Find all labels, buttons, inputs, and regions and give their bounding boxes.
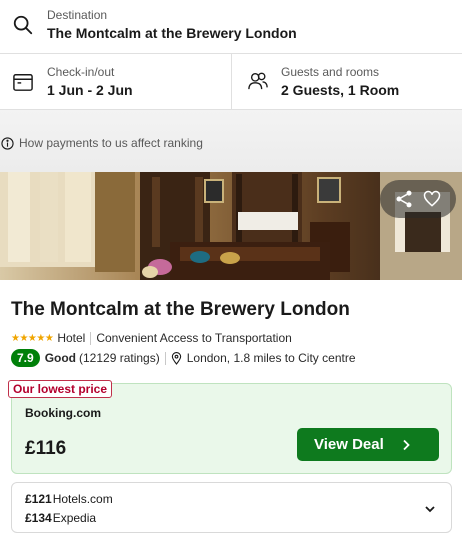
chevron-right-icon	[403, 439, 410, 450]
other-deal-row[interactable]: £121Hotels.com	[25, 492, 113, 506]
payments-ranking-link[interactable]: How payments to us affect ranking	[0, 135, 203, 151]
lowest-price-badge: Our lowest price	[8, 380, 113, 398]
divider	[90, 331, 92, 345]
other-deal-provider: Hotels.com	[52, 492, 113, 506]
destination-label: Destination	[47, 8, 108, 22]
guests-field[interactable]: Guests and rooms 2 Guests, 1 Room	[233, 54, 462, 110]
dates-label: Check-in/out	[47, 65, 115, 79]
star-rating-icon: ★★★★★	[11, 332, 54, 344]
rating-word: Good	[44, 351, 77, 365]
heart-icon[interactable]	[422, 189, 442, 209]
other-deal-provider: Expedia	[52, 511, 97, 525]
score-badge: 7.9	[11, 349, 40, 367]
rating-row: 7.9 Good (12129 ratings) London, 1.8 mil…	[11, 349, 356, 367]
guests-label: Guests and rooms	[281, 65, 380, 79]
destination-value: The Montcalm at the Brewery London	[47, 25, 297, 41]
view-deal-button[interactable]: View Deal	[297, 428, 439, 461]
dates-field[interactable]: Check-in/out 1 Jun - 2 Jun	[0, 54, 232, 110]
share-icon[interactable]	[394, 189, 414, 209]
deal-price: £116	[25, 438, 67, 459]
guests-icon	[248, 72, 268, 90]
guests-value: 2 Guests, 1 Room	[281, 82, 400, 98]
hotel-feature: Convenient Access to Transportation	[96, 331, 292, 345]
deal-provider: Booking.com	[25, 406, 102, 420]
hotel-meta: ★★★★★ Hotel Convenient Access to Transpo…	[11, 331, 292, 345]
payments-ranking-text: How payments to us affect ranking	[19, 136, 203, 150]
hotel-photo[interactable]	[0, 172, 462, 280]
dates-value: 1 Jun - 2 Jun	[47, 82, 133, 98]
rating-count: (12129 ratings)	[79, 351, 160, 365]
info-icon	[1, 136, 14, 150]
other-deals-dropdown[interactable]: £121Hotels.com £134Expedia	[11, 482, 452, 533]
hotel-type: Hotel	[57, 331, 86, 345]
calendar-icon	[13, 74, 33, 91]
other-deal-row[interactable]: £134Expedia	[25, 511, 96, 525]
search-panel: Destination The Montcalm at the Brewery …	[0, 0, 462, 110]
hotel-name[interactable]: The Montcalm at the Brewery London	[11, 299, 350, 321]
search-icon	[13, 15, 33, 35]
view-deal-label: View Deal	[314, 436, 384, 453]
divider	[164, 351, 166, 365]
destination-field[interactable]: Destination The Montcalm at the Brewery …	[0, 0, 462, 54]
photo-actions	[380, 180, 456, 218]
other-deal-price: £134	[25, 511, 52, 525]
chevron-down-icon[interactable]	[424, 503, 436, 515]
hotel-location: London, 1.8 miles to City centre	[186, 351, 356, 365]
location-pin-icon	[171, 351, 181, 365]
other-deal-price: £121	[25, 492, 52, 506]
